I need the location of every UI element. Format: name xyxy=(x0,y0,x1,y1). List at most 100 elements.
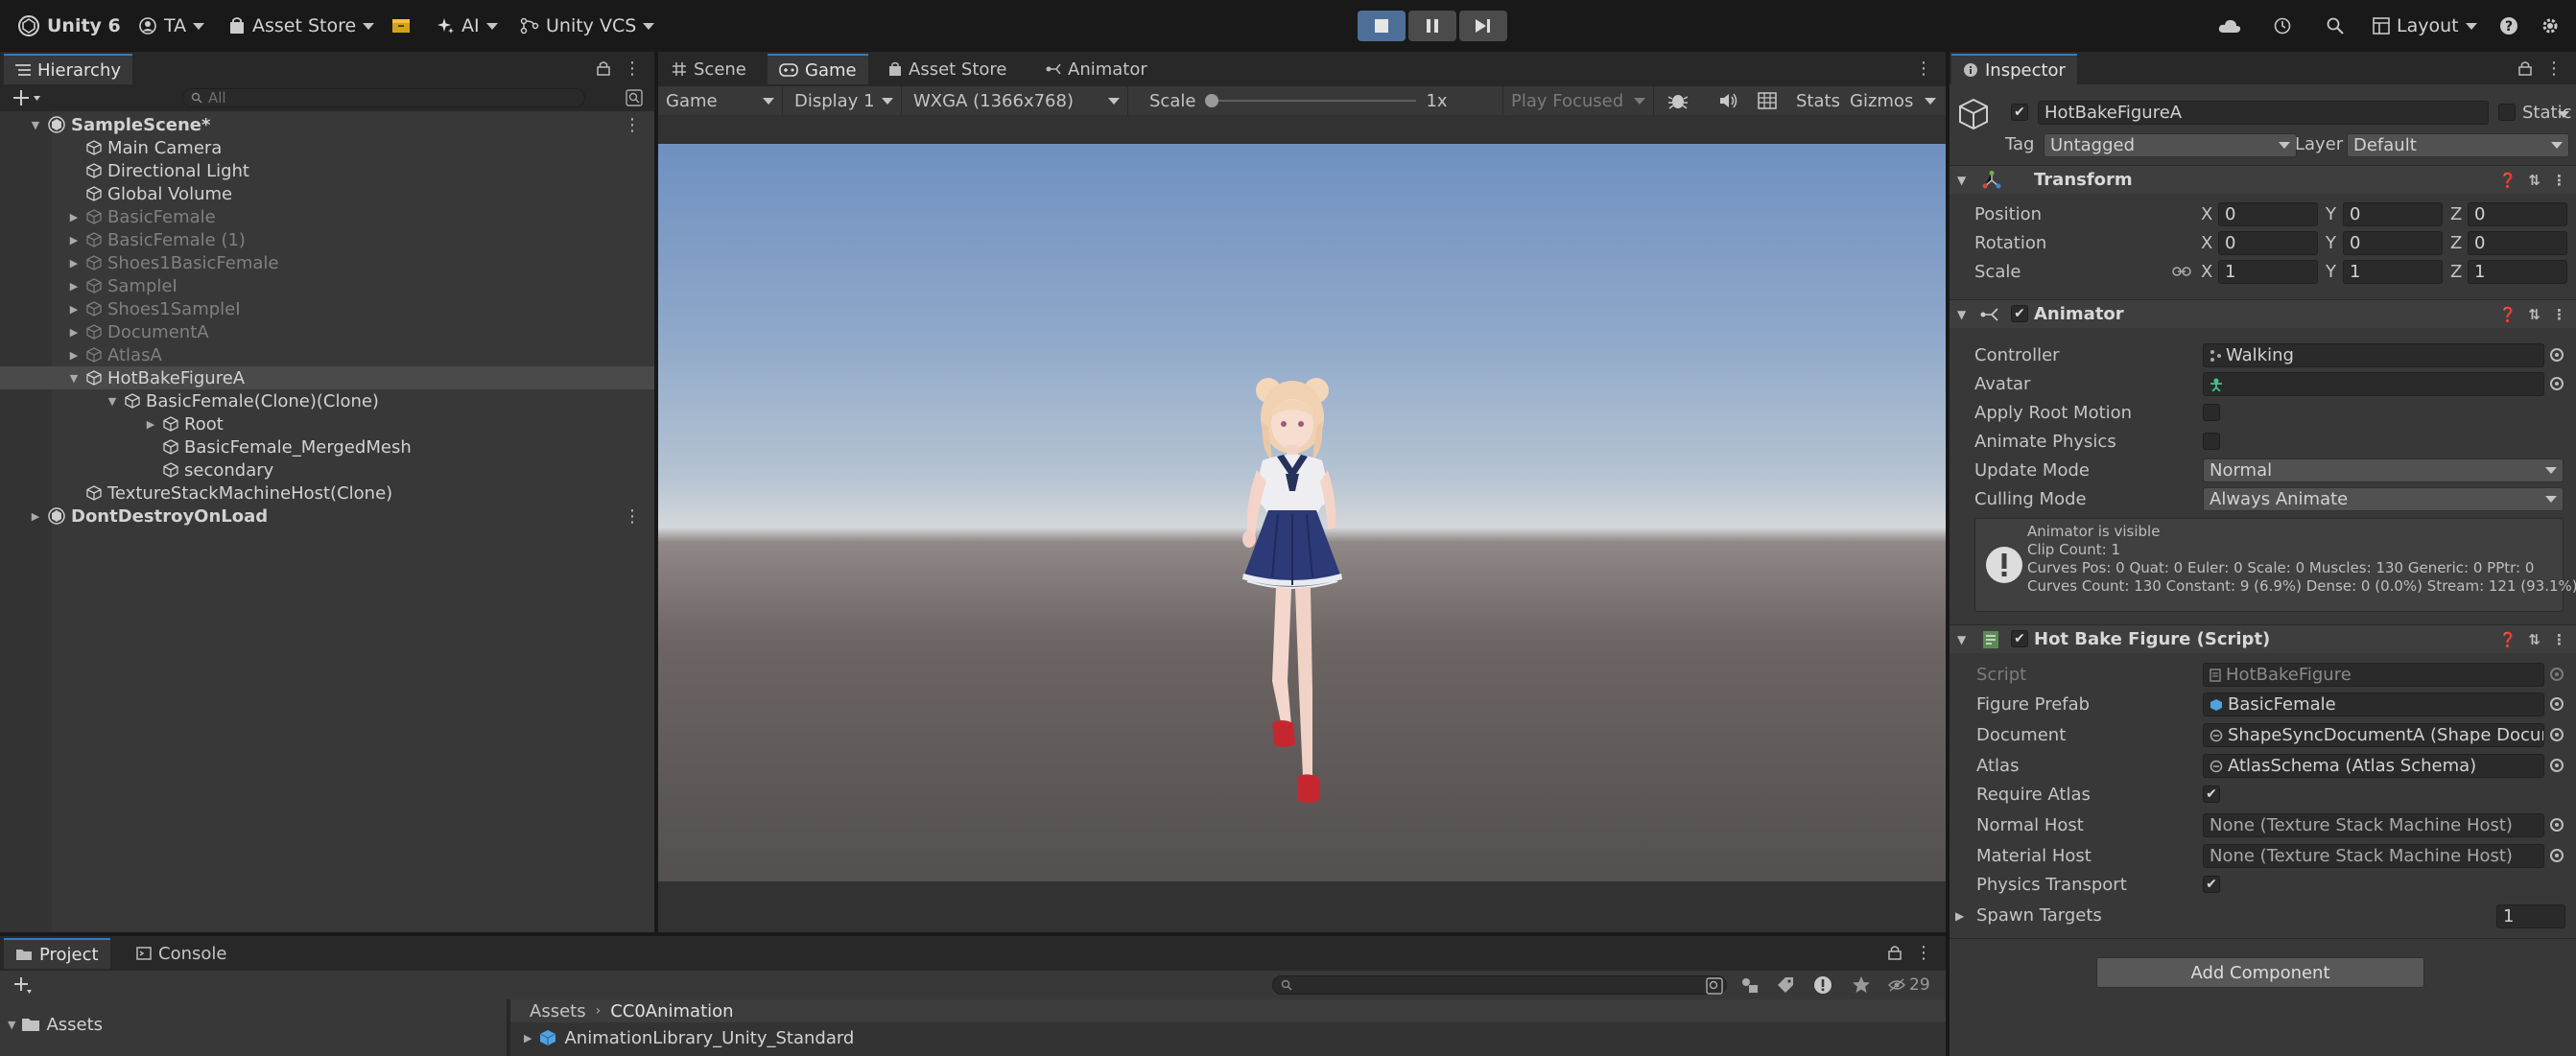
warning-filter-icon[interactable] xyxy=(1813,975,1832,995)
favorite-star-icon[interactable] xyxy=(1852,975,1871,995)
settings-button[interactable] xyxy=(2541,0,2560,52)
lock-icon[interactable] xyxy=(597,60,610,76)
tab-console[interactable]: Console xyxy=(125,938,238,969)
position-y-field[interactable]: 0 xyxy=(2343,202,2443,226)
foldout-arrow-icon[interactable]: ▶ xyxy=(67,257,81,270)
axis-x-label[interactable]: X xyxy=(2201,262,2212,282)
scale-z-field[interactable]: 1 xyxy=(2468,260,2567,284)
figure-prefab-field[interactable]: BasicFemale xyxy=(2203,692,2544,716)
create-plus-icon[interactable] xyxy=(13,975,33,995)
kebab-menu-icon[interactable]: ⋮ xyxy=(1915,59,1932,79)
stats-button[interactable]: Stats xyxy=(1796,86,1840,115)
kebab-menu-icon[interactable]: ⋮ xyxy=(624,115,641,135)
object-picker-icon[interactable] xyxy=(2550,728,2564,741)
stop-play-button[interactable] xyxy=(1358,11,1406,41)
hot-bake-enabled-checkbox[interactable]: ✔ xyxy=(2011,630,2028,647)
object-picker-icon[interactable] xyxy=(2550,849,2564,862)
axis-x-label[interactable]: X xyxy=(2201,204,2212,224)
kebab-menu-icon[interactable]: ⋮ xyxy=(2552,306,2566,323)
lock-icon[interactable] xyxy=(1888,945,1902,960)
foldout-arrow-icon[interactable]: ▼ xyxy=(1957,174,1966,187)
kebab-menu-icon[interactable]: ⋮ xyxy=(1915,943,1932,963)
rotation-y-field[interactable]: 0 xyxy=(2343,231,2443,255)
axis-y-label[interactable]: Y xyxy=(2326,233,2336,253)
preset-icon[interactable]: ⇅ xyxy=(2528,172,2541,189)
create-plus-icon[interactable] xyxy=(13,88,42,107)
kebab-menu-icon[interactable]: ⋮ xyxy=(624,59,641,79)
foldout-arrow-icon[interactable]: ▼ xyxy=(67,372,81,385)
hierarchy-row[interactable]: Main Camera xyxy=(0,136,654,159)
hot-bake-component-header[interactable]: ▼ ✔ Hot Bake Figure (Script) ❓ ⇅ ⋮ xyxy=(1950,624,2576,653)
tab-asset-store[interactable]: Asset Store xyxy=(877,54,1019,84)
foldout-arrow-icon[interactable]: ▶ xyxy=(67,303,81,316)
object-picker-icon[interactable] xyxy=(2550,818,2564,832)
gizmos-dropdown[interactable]: Gizmos xyxy=(1850,86,1937,115)
tab-game[interactable]: Game xyxy=(768,54,868,84)
rotation-x-field[interactable]: 0 xyxy=(2218,231,2318,255)
foldout-arrow-icon[interactable]: ▶ xyxy=(29,510,42,523)
foldout-arrow-icon[interactable]: ▶ xyxy=(1955,909,1964,923)
filter-by-type-icon[interactable] xyxy=(1740,976,1760,994)
object-picker-icon[interactable] xyxy=(2550,697,2564,711)
undo-history-button[interactable] xyxy=(2273,0,2292,52)
physics-transport-checkbox[interactable]: ✔ xyxy=(2203,876,2220,893)
spawn-targets-label[interactable]: Spawn Targets xyxy=(1976,905,2102,926)
tab-animator[interactable]: Animator xyxy=(1034,54,1159,84)
hierarchy-scene-row[interactable]: ▼ SampleScene* ⋮ xyxy=(0,113,654,136)
tree-item-assets[interactable]: ▼ Assets xyxy=(8,1013,103,1036)
axis-z-label[interactable]: Z xyxy=(2450,262,2462,282)
hierarchy-search-input[interactable]: All xyxy=(182,88,585,107)
axis-y-label[interactable]: Y xyxy=(2326,262,2336,282)
scale-slider[interactable] xyxy=(1205,86,1417,115)
help-icon[interactable]: ❓ xyxy=(2499,306,2517,323)
scale-y-field[interactable]: 1 xyxy=(2343,260,2443,284)
object-picker-icon[interactable] xyxy=(2550,377,2564,390)
scale-x-field[interactable]: 1 xyxy=(2218,260,2318,284)
foldout-arrow-icon[interactable]: ▼ xyxy=(106,395,119,408)
foldout-arrow-icon[interactable]: ▼ xyxy=(1957,633,1966,646)
package-notification-button[interactable] xyxy=(391,0,411,52)
game-viewport[interactable] xyxy=(658,144,1946,881)
kebab-menu-icon[interactable]: ⋮ xyxy=(2552,172,2566,189)
atlas-field[interactable]: AtlasSchema (Atlas Schema) xyxy=(2203,754,2544,778)
hierarchy-row[interactable]: Directional Light xyxy=(0,159,654,182)
constrain-proportions-link-icon[interactable] xyxy=(2172,265,2191,278)
foldout-arrow-icon[interactable]: ▶ xyxy=(524,1032,532,1044)
transform-component-header[interactable]: ▼ Transform ❓ ⇅ ⋮ xyxy=(1950,165,2576,194)
hierarchy-row[interactable]: ▶ DocumentA xyxy=(0,320,654,343)
object-picker-icon[interactable] xyxy=(2550,759,2564,772)
hierarchy-row[interactable]: ▶ BasicFemale (1) xyxy=(0,228,654,251)
foldout-arrow-icon[interactable]: ▶ xyxy=(144,418,157,431)
apply-root-motion-checkbox[interactable] xyxy=(2203,404,2220,421)
add-component-button[interactable]: Add Component xyxy=(2096,957,2424,988)
static-checkbox[interactable] xyxy=(2498,104,2516,121)
kebab-menu-icon[interactable]: ⋮ xyxy=(2545,59,2563,79)
gameobject-cube-icon[interactable] xyxy=(1958,98,1989,130)
scale-slider-thumb[interactable] xyxy=(1205,94,1219,107)
animator-enabled-checkbox[interactable]: ✔ xyxy=(2011,305,2028,322)
animator-component-header[interactable]: ▼ ✔ Animator ❓ ⇅ ⋮ xyxy=(1950,299,2576,328)
gameobject-name-field[interactable]: HotBakeFigureA xyxy=(2038,101,2489,125)
preset-icon[interactable]: ⇅ xyxy=(2528,631,2541,648)
tab-project[interactable]: Project xyxy=(4,938,110,969)
avatar-field[interactable] xyxy=(2203,372,2544,396)
hierarchy-row[interactable]: ▼ BasicFemale(Clone)(Clone) xyxy=(0,389,654,412)
cloud-button[interactable] xyxy=(2218,0,2241,52)
foldout-arrow-icon[interactable]: ▶ xyxy=(67,326,81,339)
material-host-field[interactable]: None (Texture Stack Machine Host) xyxy=(2203,844,2544,868)
search-filter-icon[interactable] xyxy=(1706,977,1723,995)
foldout-arrow-icon[interactable]: ▶ xyxy=(67,280,81,293)
hierarchy-row[interactable]: secondary xyxy=(0,458,654,481)
foldout-arrow-icon[interactable]: ▼ xyxy=(1957,308,1966,321)
tab-inspector[interactable]: Inspector xyxy=(1951,54,2077,84)
position-z-field[interactable]: 0 xyxy=(2468,202,2567,226)
hierarchy-row[interactable]: ▶ Root xyxy=(0,412,654,435)
display-dropdown[interactable]: Display 1 xyxy=(787,86,902,115)
resolution-dropdown[interactable]: WXGA (1366x768) xyxy=(906,86,1128,115)
tab-hierarchy[interactable]: Hierarchy xyxy=(4,54,133,84)
unity-vcs-dropdown[interactable]: Unity VCS xyxy=(520,0,655,52)
label-tag-icon[interactable] xyxy=(1777,976,1794,994)
foldout-arrow-icon[interactable]: ▶ xyxy=(67,211,81,223)
hierarchy-row[interactable]: ▶ SampleI xyxy=(0,274,654,297)
gameobject-active-checkbox[interactable]: ✔ xyxy=(2011,104,2028,121)
